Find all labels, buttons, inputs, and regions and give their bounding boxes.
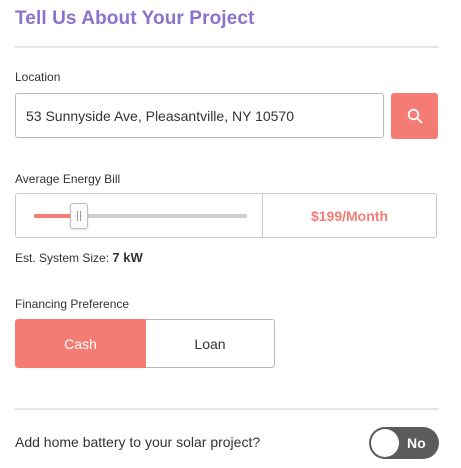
search-icon [407,108,422,124]
location-label: Location [15,70,61,84]
system-size-label: Est. System Size: [15,251,110,265]
search-button[interactable] [391,93,438,139]
location-field-wrapper [15,93,384,138]
page-title: Tell Us About Your Project [15,8,255,29]
header-divider [15,46,439,48]
system-size-row: Est. System Size: 7 kW [15,250,143,265]
financing-label: Financing Preference [15,297,130,311]
financing-option-cash[interactable]: Cash [15,319,146,368]
slider-thumb[interactable] [69,203,88,229]
energy-bill-value: $199/Month [310,207,388,224]
energy-bill-control: $199/Month [15,193,437,238]
energy-bill-label: Average Energy Bill [15,172,121,186]
battery-question: Add home battery to your solar project? [15,434,261,450]
energy-bill-slider[interactable] [16,194,263,237]
system-size-value: 7 kW [112,250,143,265]
location-input[interactable] [16,94,383,137]
grip-line-icon [76,211,78,221]
grip-line-icon [79,211,81,221]
battery-toggle[interactable]: No [369,427,439,459]
toggle-knob [371,429,399,457]
section-divider [15,408,439,410]
toggle-state-label: No [407,435,426,451]
financing-option-loan[interactable]: Loan [146,319,275,368]
